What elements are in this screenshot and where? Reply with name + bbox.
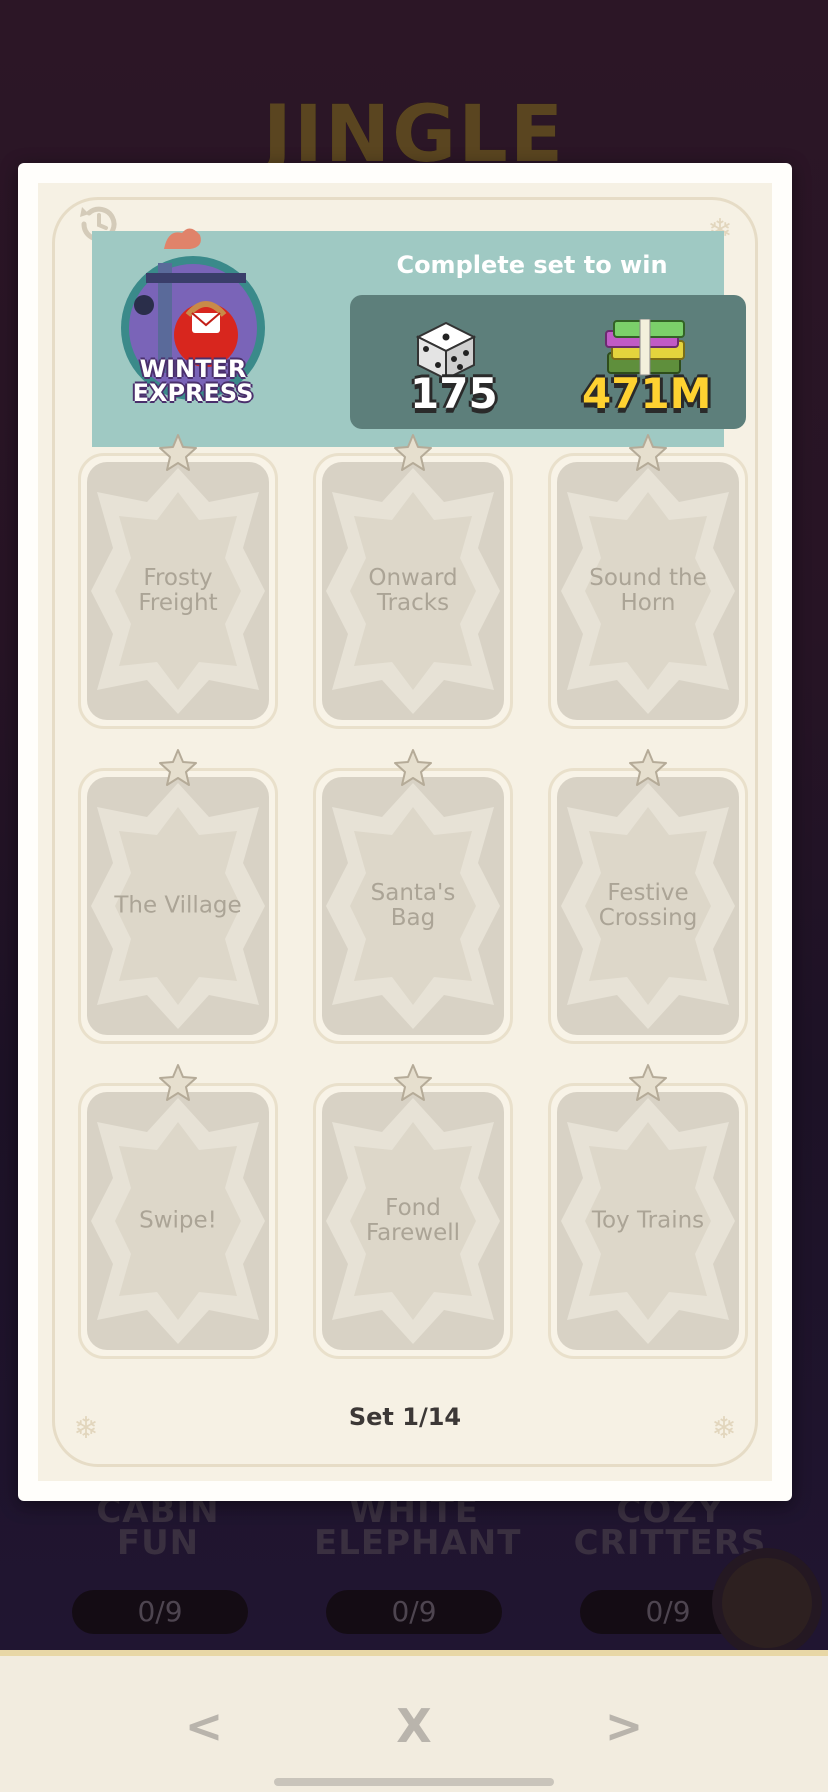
sticker-name: The Village <box>87 892 269 919</box>
star-rating-icon <box>393 433 433 473</box>
sticker-slot[interactable]: Frosty Freight <box>78 434 278 729</box>
sticker-name-line2: Bag <box>390 905 436 931</box>
set-counter: Set 1/14 <box>348 1403 462 1431</box>
sticker-name-line1: Fond <box>385 1195 441 1221</box>
sticker-placeholder-card: Frosty Freight <box>87 462 269 720</box>
sticker-placeholder-card: Sound the Horn <box>557 462 739 720</box>
background-set-name: CABIN FUN <box>96 1491 220 1563</box>
reward-box: 175 471M <box>350 295 746 429</box>
sticker-slot[interactable]: Toy Trains <box>548 1064 748 1359</box>
set-name-line2: EXPRESS <box>132 379 254 407</box>
sticker-placeholder-card: Fond Farewell <box>322 1092 504 1350</box>
sticker-slot[interactable]: Sound the Horn <box>548 434 748 729</box>
sticker-name-line2: Horn <box>620 590 676 616</box>
star-rating-icon <box>393 1063 433 1103</box>
reward-heading: Complete set to win <box>396 251 668 279</box>
home-indicator[interactable] <box>274 1778 554 1786</box>
sticker-name: Sound the Horn <box>557 566 739 616</box>
sticker-name: Swipe! <box>87 1207 269 1234</box>
sticker-name: Onward Tracks <box>322 566 504 616</box>
sticker-name-line2: Freight <box>138 590 218 616</box>
close-button[interactable]: X <box>384 1696 444 1756</box>
sticker-name-line1: Toy Trains <box>591 1207 705 1234</box>
background-set-progress: 0/9 <box>326 1590 502 1634</box>
sticker-name-line1: Frosty <box>143 565 213 591</box>
background-set-name: WHITE ELEPHANT <box>314 1491 522 1563</box>
sticker-name: Frosty Freight <box>87 566 269 616</box>
sticker-slot[interactable]: Fond Farewell <box>313 1064 513 1359</box>
chimney-smoke-icon <box>164 228 201 249</box>
star-rating-icon <box>628 748 668 788</box>
sticker-name-line2: Farewell <box>365 1220 461 1246</box>
sticker-name: Festive Crossing <box>557 881 739 931</box>
sticker-placeholder-card: Santa's Bag <box>322 777 504 1035</box>
sticker-slot[interactable]: Onward Tracks <box>313 434 513 729</box>
set-detail-panel: ❄ ❄ ❄ Complete set to win 175 <box>18 163 792 1501</box>
sticker-name: Toy Trains <box>557 1207 739 1234</box>
sticker-slot[interactable]: Festive Crossing <box>548 749 748 1044</box>
set-name-line1: WINTER <box>139 355 247 383</box>
sticker-name-line1: Santa's <box>370 880 456 906</box>
previous-set-button[interactable]: < <box>174 1696 234 1756</box>
cash-reward: 471M <box>582 369 712 418</box>
sticker-placeholder-card: The Village <box>87 777 269 1035</box>
sticker-name: Fond Farewell <box>322 1196 504 1246</box>
sticker-name-line1: Festive <box>607 880 689 906</box>
album-book-icon <box>712 1548 822 1658</box>
next-set-button[interactable]: > <box>594 1696 654 1756</box>
sticker-placeholder-card: Toy Trains <box>557 1092 739 1350</box>
sticker-name-line1: The Village <box>114 892 242 919</box>
star-rating-icon <box>158 433 198 473</box>
sticker-name-line1: Sound the <box>589 565 707 591</box>
background-set-progress: 0/9 <box>72 1590 248 1634</box>
sticker-placeholder-card: Onward Tracks <box>322 462 504 720</box>
sticker-placeholder-card: Swipe! <box>87 1092 269 1350</box>
star-rating-icon <box>628 433 668 473</box>
star-rating-icon <box>158 1063 198 1103</box>
sticker-name-line1: Onward <box>368 565 458 591</box>
bottom-navigation-bar: < X > <box>0 1650 828 1792</box>
star-rating-icon <box>628 1063 668 1103</box>
star-rating-icon <box>393 748 433 788</box>
panel-paper: ❄ ❄ ❄ Complete set to win 175 <box>38 183 772 1481</box>
sticker-slot[interactable]: Swipe! <box>78 1064 278 1359</box>
star-rating-icon <box>158 748 198 788</box>
sticker-name-line2: Crossing <box>598 905 698 931</box>
sticker-name: Santa's Bag <box>322 881 504 931</box>
winter-express-badge: WINTER EXPRESS <box>108 223 298 413</box>
sticker-slot[interactable]: The Village <box>78 749 278 1044</box>
sticker-name-line2: Tracks <box>376 590 450 616</box>
sticker-placeholder-card: Festive Crossing <box>557 777 739 1035</box>
sticker-name-line1: Swipe! <box>139 1207 217 1234</box>
dice-reward: 175 <box>410 369 498 418</box>
sticker-slot[interactable]: Santa's Bag <box>313 749 513 1044</box>
